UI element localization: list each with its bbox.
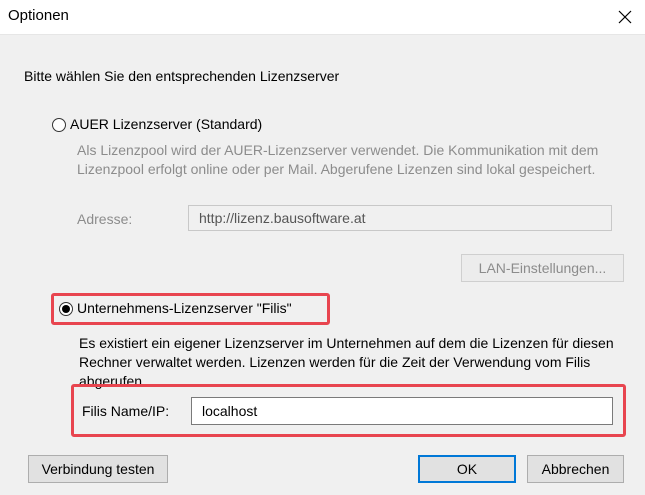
filis-radio-label[interactable]: Unternehmens-Lizenzserver "Filis"	[77, 300, 292, 316]
close-button[interactable]	[605, 0, 645, 34]
prompt-text: Bitte wählen Sie den entsprechenden Lize…	[24, 68, 340, 84]
test-connection-button[interactable]: Verbindung testen	[28, 455, 168, 483]
filis-description: Es existiert ein eigener Lizenzserver im…	[79, 335, 614, 389]
ok-button[interactable]: OK	[418, 455, 516, 483]
dialog-body: Bitte wählen Sie den entsprechenden Lize…	[0, 34, 645, 495]
auer-radio-label[interactable]: AUER Lizenzserver (Standard)	[70, 116, 262, 132]
filis-radio[interactable]	[59, 302, 73, 316]
address-label: Adresse:	[77, 211, 133, 227]
close-icon	[618, 10, 632, 24]
title-bar: Optionen	[0, 0, 645, 34]
address-field[interactable]: http://lizenz.bausoftware.at	[188, 205, 612, 231]
auer-description: Als Lizenzpool wird der AUER-Lizenzserve…	[77, 142, 599, 177]
cancel-button[interactable]: Abbrechen	[527, 455, 624, 483]
lan-settings-button[interactable]: LAN-Einstellungen...	[461, 254, 624, 282]
auer-radio[interactable]	[52, 118, 66, 132]
filis-name-input[interactable]: localhost	[191, 397, 613, 425]
window-title: Optionen	[8, 7, 69, 24]
filis-name-label: Filis Name/IP:	[82, 403, 170, 419]
